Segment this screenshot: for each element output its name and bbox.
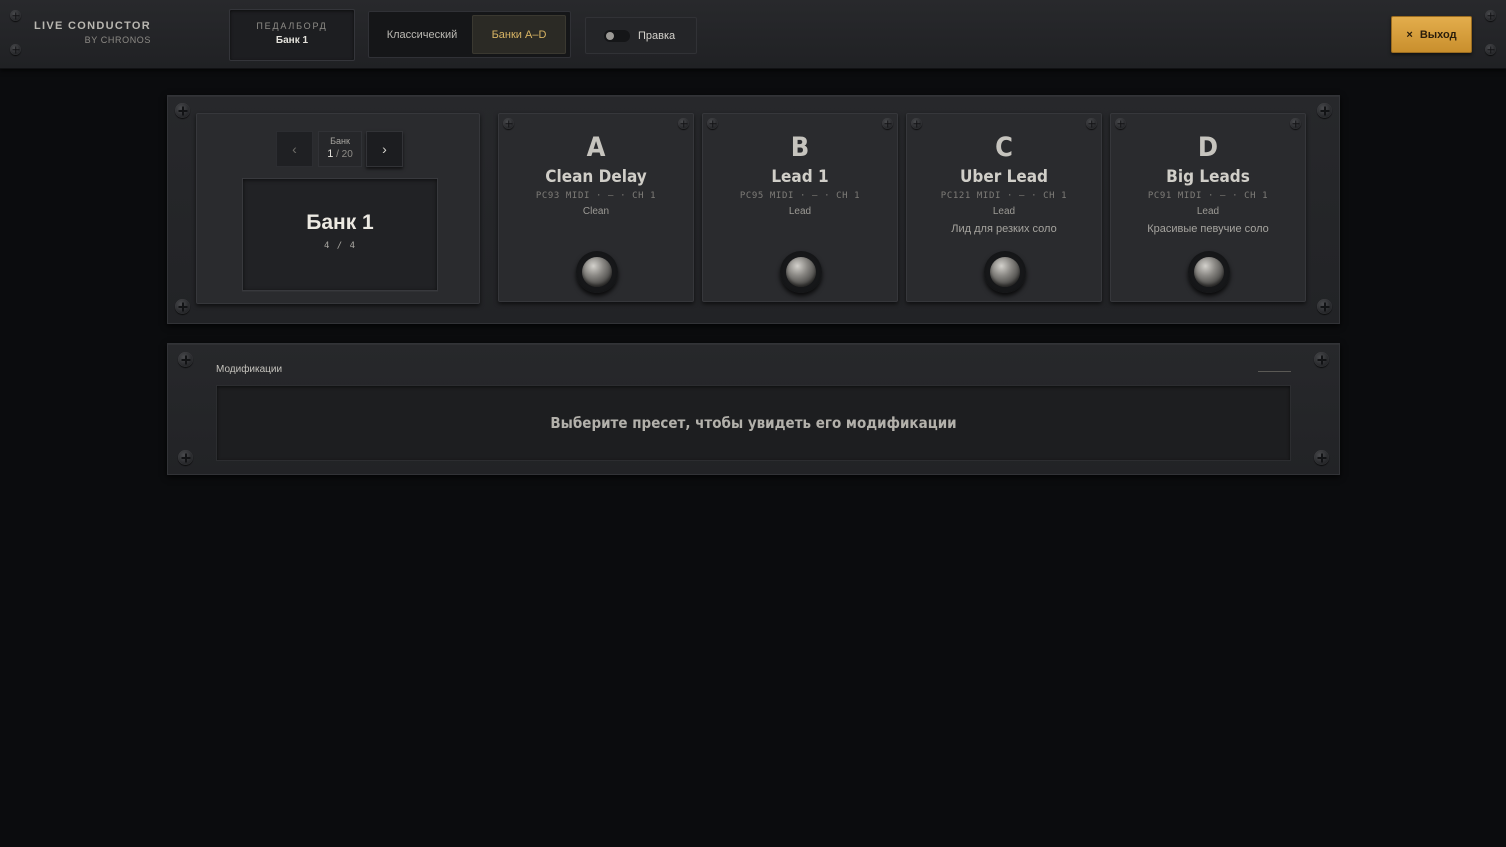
screw-icon xyxy=(503,118,514,129)
preset-description xyxy=(703,223,897,236)
screw-icon xyxy=(178,450,193,465)
screw-icon xyxy=(175,299,190,314)
brand-logo: LIVE CONDUCTOR BY CHRONOS xyxy=(34,20,151,45)
preset-letter: C xyxy=(995,132,1013,163)
preset-midi: PC121 MIDI · — · CH 1 xyxy=(940,191,1068,201)
preset-tag: Lead xyxy=(992,206,1016,217)
preset-rack: ‹ Банк 1 / 20 › Банк 1 4 / 4 A Clean Del… xyxy=(167,95,1340,324)
preset-name: Clean Delay xyxy=(545,167,647,187)
preset-card-a[interactable]: A Clean Delay PC93 MIDI · — · CH 1 Clean xyxy=(498,113,694,302)
mode-switch: Классический Банки A–D xyxy=(368,11,571,58)
bank-display-title: Банк 1 xyxy=(306,211,374,234)
screw-icon xyxy=(178,352,193,367)
preset-name: Lead 1 xyxy=(771,167,829,187)
preset-letter: D xyxy=(1197,132,1219,163)
bank-current: 1 xyxy=(327,148,334,160)
footswitch-cap xyxy=(1194,257,1224,287)
bank-display: Банк 1 4 / 4 xyxy=(242,178,438,291)
toggle-switch[interactable] xyxy=(604,29,630,42)
modifications-panel: Модификации Выберите пресет, чтобы увиде… xyxy=(167,343,1340,475)
screw-icon xyxy=(1086,118,1097,129)
footswitch-cap xyxy=(990,257,1020,287)
chevron-right-icon: › xyxy=(382,141,387,157)
bank-total: / 20 xyxy=(336,149,353,160)
bank-counter-label: Банк xyxy=(330,136,350,146)
footswitch-cap xyxy=(582,257,612,287)
preset-letter: A xyxy=(586,132,606,163)
footswitch-cap xyxy=(786,257,816,287)
screw-icon xyxy=(1317,299,1332,314)
footswitch-button[interactable] xyxy=(780,251,822,293)
preset-card-b[interactable]: B Lead 1 PC95 MIDI · — · CH 1 Lead xyxy=(702,113,898,302)
preset-description xyxy=(499,223,693,236)
close-icon: × xyxy=(1406,28,1413,41)
preset-tag: Lead xyxy=(788,206,812,217)
divider xyxy=(1258,371,1291,372)
preset-name: Uber Lead xyxy=(960,167,1048,187)
screw-icon xyxy=(707,118,718,129)
screw-icon xyxy=(175,103,190,118)
top-bar: LIVE CONDUCTOR BY CHRONOS ПЕДАЛБОРД Банк… xyxy=(0,0,1506,69)
pedalboard-label: ПЕДАЛБОРД xyxy=(256,21,328,31)
preset-midi: PC93 MIDI · — · CH 1 xyxy=(535,191,657,201)
preset-tag: Lead xyxy=(1196,206,1220,217)
empty-state-text: Выберите пресет, чтобы увидеть его модиф… xyxy=(550,414,957,432)
screw-icon xyxy=(1317,103,1332,118)
preset-description: Лид для резких соло xyxy=(951,223,1057,235)
screw-icon xyxy=(911,118,922,129)
mode-classic-button[interactable]: Классический xyxy=(372,15,472,54)
exit-label: Выход xyxy=(1419,28,1457,41)
preset-midi: PC91 MIDI · — · CH 1 xyxy=(1147,191,1269,201)
screw-icon xyxy=(1314,450,1329,465)
footswitch-button[interactable] xyxy=(984,251,1026,293)
modifications-title: Модификации xyxy=(216,364,283,375)
bank-display-count: 4 / 4 xyxy=(323,241,357,251)
mode-banks-button[interactable]: Банки A–D xyxy=(472,15,566,54)
preset-tag: Clean xyxy=(582,206,610,217)
toggle-knob xyxy=(606,31,614,40)
screw-icon xyxy=(1485,10,1496,21)
brand-title: LIVE CONDUCTOR xyxy=(34,20,152,32)
footswitch-button[interactable] xyxy=(576,251,618,293)
brand-subtitle: BY CHRONOS xyxy=(84,35,152,45)
preset-card-c[interactable]: C Uber Lead PC121 MIDI · — · CH 1 Lead Л… xyxy=(906,113,1102,302)
screw-icon xyxy=(1290,118,1301,129)
pedalboard-value: Банк 1 xyxy=(275,35,309,46)
preset-description: Красивые певучие соло xyxy=(1147,223,1269,235)
bank-counter-value: 1 / 20 xyxy=(319,148,361,160)
edit-label: Правка xyxy=(638,29,676,42)
screw-icon xyxy=(1485,44,1496,55)
preset-name: Big Leads xyxy=(1166,167,1250,187)
modifications-body: Выберите пресет, чтобы увидеть его модиф… xyxy=(216,385,1291,461)
screw-icon xyxy=(1115,118,1126,129)
screw-icon xyxy=(882,118,893,129)
bank-counter: Банк 1 / 20 xyxy=(318,131,362,167)
exit-button[interactable]: × Выход xyxy=(1391,16,1472,53)
preset-card-d[interactable]: D Big Leads PC91 MIDI · — · CH 1 Lead Кр… xyxy=(1110,113,1306,302)
pedalboard-indicator: ПЕДАЛБОРД Банк 1 xyxy=(229,9,355,61)
screw-icon xyxy=(1314,352,1329,367)
bank-selector: ‹ Банк 1 / 20 › Банк 1 4 / 4 xyxy=(196,113,480,304)
preset-letter: B xyxy=(790,132,810,163)
screw-icon xyxy=(10,44,21,55)
edit-toggle[interactable]: Правка xyxy=(585,17,697,54)
chevron-left-icon: ‹ xyxy=(292,141,297,157)
footswitch-button[interactable] xyxy=(1188,251,1230,293)
screw-icon xyxy=(678,118,689,129)
preset-midi: PC95 MIDI · — · CH 1 xyxy=(739,191,861,201)
screw-icon xyxy=(10,10,21,21)
prev-bank-button[interactable]: ‹ xyxy=(276,131,313,167)
next-bank-button[interactable]: › xyxy=(366,131,403,167)
